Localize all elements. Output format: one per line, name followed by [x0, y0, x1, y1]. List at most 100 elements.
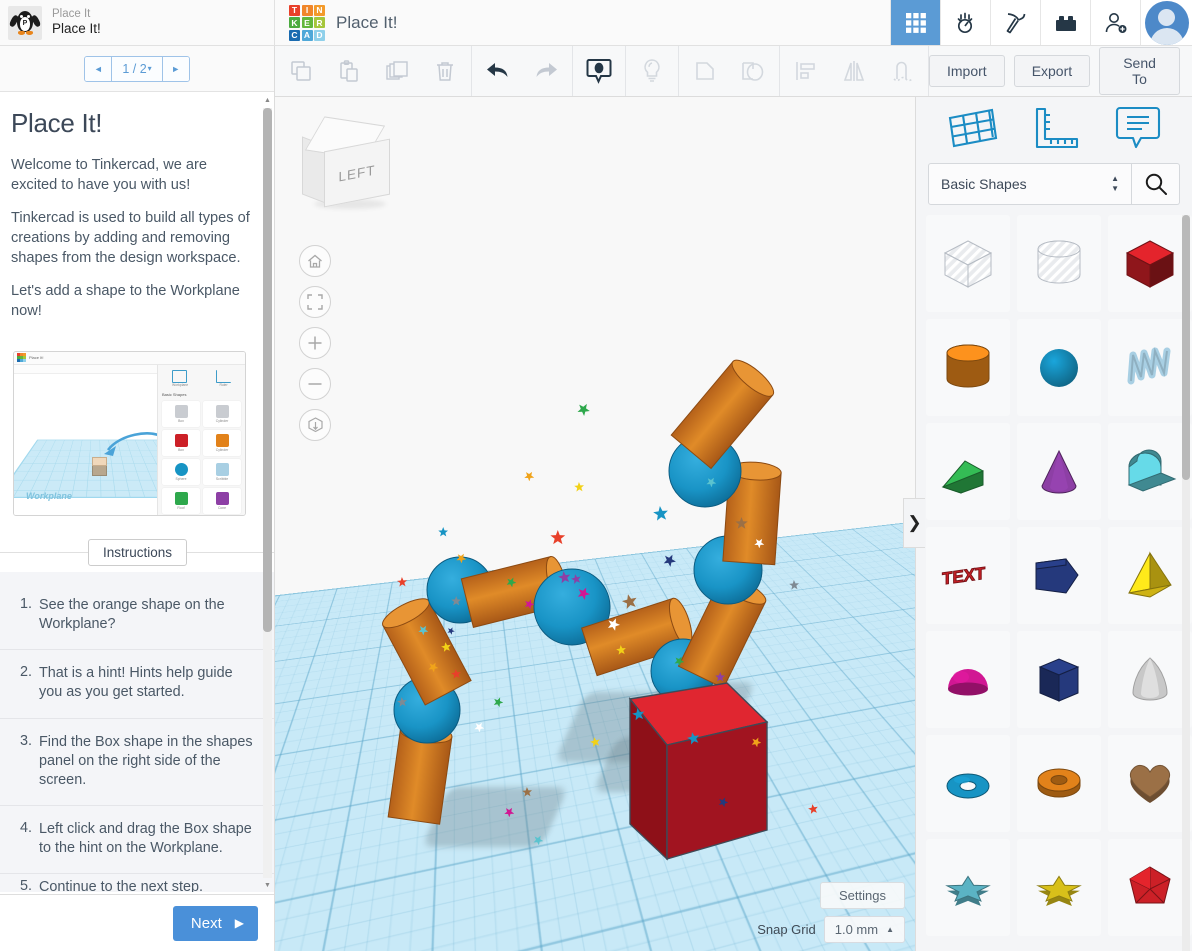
undo-icon[interactable]	[474, 46, 522, 96]
duplicate-icon[interactable]	[373, 46, 421, 96]
shape-scribble[interactable]	[1108, 319, 1192, 416]
snap-grid-dropdown[interactable]: 1.0 mm ▲	[823, 916, 905, 943]
prev-page-button[interactable]: ◄	[85, 56, 112, 81]
avatar[interactable]	[1144, 0, 1189, 45]
ortho-view-icon[interactable]	[299, 409, 331, 441]
panel-collapse-button[interactable]: ❯	[903, 498, 925, 548]
red-box-shape[interactable]	[628, 682, 769, 861]
shape-text[interactable]: TEXT	[926, 527, 1010, 624]
shapes-grid-area[interactable]: TEXT	[916, 215, 1192, 951]
confetti-star	[493, 697, 504, 708]
shape-cylinder-hole[interactable]	[1017, 215, 1101, 312]
tutorial-scrollbar[interactable]: ▲ ▼	[263, 96, 272, 890]
brick-icon[interactable]	[1040, 0, 1090, 45]
avatar-wrapper[interactable]	[1140, 0, 1192, 45]
instruction-steps: 1. See the orange shape on the Workplane?…	[0, 571, 274, 893]
thumbnail-shape-label: Scribble	[215, 476, 229, 481]
send-to-button[interactable]: Send To	[1099, 47, 1180, 95]
shape-half-sphere[interactable]	[926, 631, 1010, 728]
shape-polygon-box[interactable]	[1017, 527, 1101, 624]
zoom-out-icon[interactable]	[299, 368, 331, 400]
search-button[interactable]	[1132, 163, 1180, 205]
shape-torus[interactable]	[926, 735, 1010, 832]
view-cube-front-face[interactable]: LEFT	[324, 138, 390, 208]
add-person-icon[interactable]	[1090, 0, 1140, 45]
shape-icosahedron[interactable]	[1108, 839, 1192, 936]
delete-icon[interactable]	[421, 46, 469, 96]
shapes-scrollbar[interactable]	[1182, 215, 1190, 951]
next-button[interactable]: Next ▶	[172, 905, 258, 941]
shape-tube[interactable]	[1017, 735, 1101, 832]
circuits-icon[interactable]	[940, 0, 990, 45]
thumbnail-arrow-icon	[104, 431, 157, 456]
scroll-down-icon[interactable]: ▼	[263, 881, 272, 890]
shape-star-teal[interactable]	[926, 839, 1010, 936]
paste-icon[interactable]	[325, 46, 373, 96]
instructions-tab[interactable]: Instructions	[88, 538, 188, 566]
scrollbar-thumb[interactable]	[263, 108, 272, 632]
copy-icon[interactable]	[277, 46, 325, 96]
home-icon[interactable]	[299, 245, 331, 277]
page-indicator-label: 1 / 2	[122, 61, 147, 76]
next-page-button[interactable]: ►	[162, 56, 189, 81]
confetti-star	[608, 618, 620, 631]
shapes-scrollbar-thumb[interactable]	[1182, 215, 1190, 480]
step-text: Continue to the next step.	[39, 879, 204, 893]
view-controls	[299, 245, 331, 441]
shape-box-hole[interactable]	[926, 215, 1010, 312]
shape-paraboloid[interactable]	[1108, 631, 1192, 728]
shape-box[interactable]	[1108, 215, 1192, 312]
shape-pyramid[interactable]	[1108, 527, 1192, 624]
import-button[interactable]: Import	[929, 55, 1005, 87]
group-icon[interactable]	[681, 46, 729, 96]
toolbar-group-history	[472, 46, 573, 96]
instruction-step: 4. Left click and drag the Box shape to t…	[0, 806, 274, 875]
view-cube-label: LEFT	[338, 161, 376, 185]
tinkercad-logo[interactable]: TIN KER CAD Place It!	[275, 0, 397, 45]
page-indicator[interactable]: 1 / 2 ▾	[111, 56, 163, 81]
redo-icon[interactable]	[522, 46, 570, 96]
zoom-in-icon[interactable]	[299, 327, 331, 359]
mirror-icon[interactable]	[830, 46, 878, 96]
confetti-star	[715, 672, 726, 682]
tutorial-thumbnail: Place It! Workplane Workplane Ruler Basi…	[13, 350, 246, 516]
ungroup-icon[interactable]	[729, 46, 777, 96]
settings-button[interactable]: Settings	[820, 882, 905, 909]
next-button-label: Next	[190, 914, 222, 932]
note-icon[interactable]	[1114, 105, 1162, 156]
shape-category-select[interactable]: Basic Shapes ▲ ▼	[928, 163, 1132, 205]
export-button[interactable]: Export	[1013, 55, 1091, 87]
confetti-star	[622, 594, 637, 609]
document-title[interactable]: Place It!	[336, 13, 397, 33]
page-title: Place It!	[11, 108, 103, 138]
shape-cylinder[interactable]	[926, 319, 1010, 416]
pickaxe-icon[interactable]	[990, 0, 1040, 45]
top-bar: P Place It Place It! TIN KER CAD Place It!	[0, 0, 1192, 46]
shape-sphere[interactable]	[1017, 319, 1101, 416]
scroll-up-icon[interactable]: ▲	[263, 96, 272, 105]
snap-icon[interactable]	[878, 46, 926, 96]
shape-cone[interactable]	[1017, 423, 1101, 520]
instruction-step: 1. See the orange shape on the Workplane?	[0, 582, 274, 651]
shape-heart[interactable]	[1108, 735, 1192, 832]
thumbnail-shape-label: Roof	[177, 505, 185, 510]
shape-roof[interactable]	[1108, 423, 1192, 520]
align-icon[interactable]	[782, 46, 830, 96]
lightbulb-icon[interactable]	[628, 46, 676, 96]
shape-hex-prism[interactable]	[1017, 631, 1101, 728]
fit-view-icon[interactable]	[299, 286, 331, 318]
view-cube[interactable]: LEFT	[300, 116, 400, 214]
confetti-star	[577, 587, 590, 600]
scene-objects[interactable]	[275, 97, 915, 951]
confetti-star	[653, 506, 668, 521]
play-triangle-icon: ▶	[234, 916, 244, 930]
scrollbar-track[interactable]	[263, 108, 272, 878]
shape-star-yellow[interactable]	[1017, 839, 1101, 936]
thumbnail-shape-label: Cone	[217, 505, 227, 510]
design-canvas[interactable]: LEFT Settings Snap Grid 1.0 mm ▲	[275, 97, 915, 951]
ruler-icon[interactable]	[1032, 106, 1082, 155]
note-marker-icon[interactable]	[575, 46, 623, 96]
workplane-icon[interactable]	[946, 106, 1000, 155]
shape-wedge[interactable]	[926, 423, 1010, 520]
grid-icon[interactable]	[890, 0, 940, 45]
